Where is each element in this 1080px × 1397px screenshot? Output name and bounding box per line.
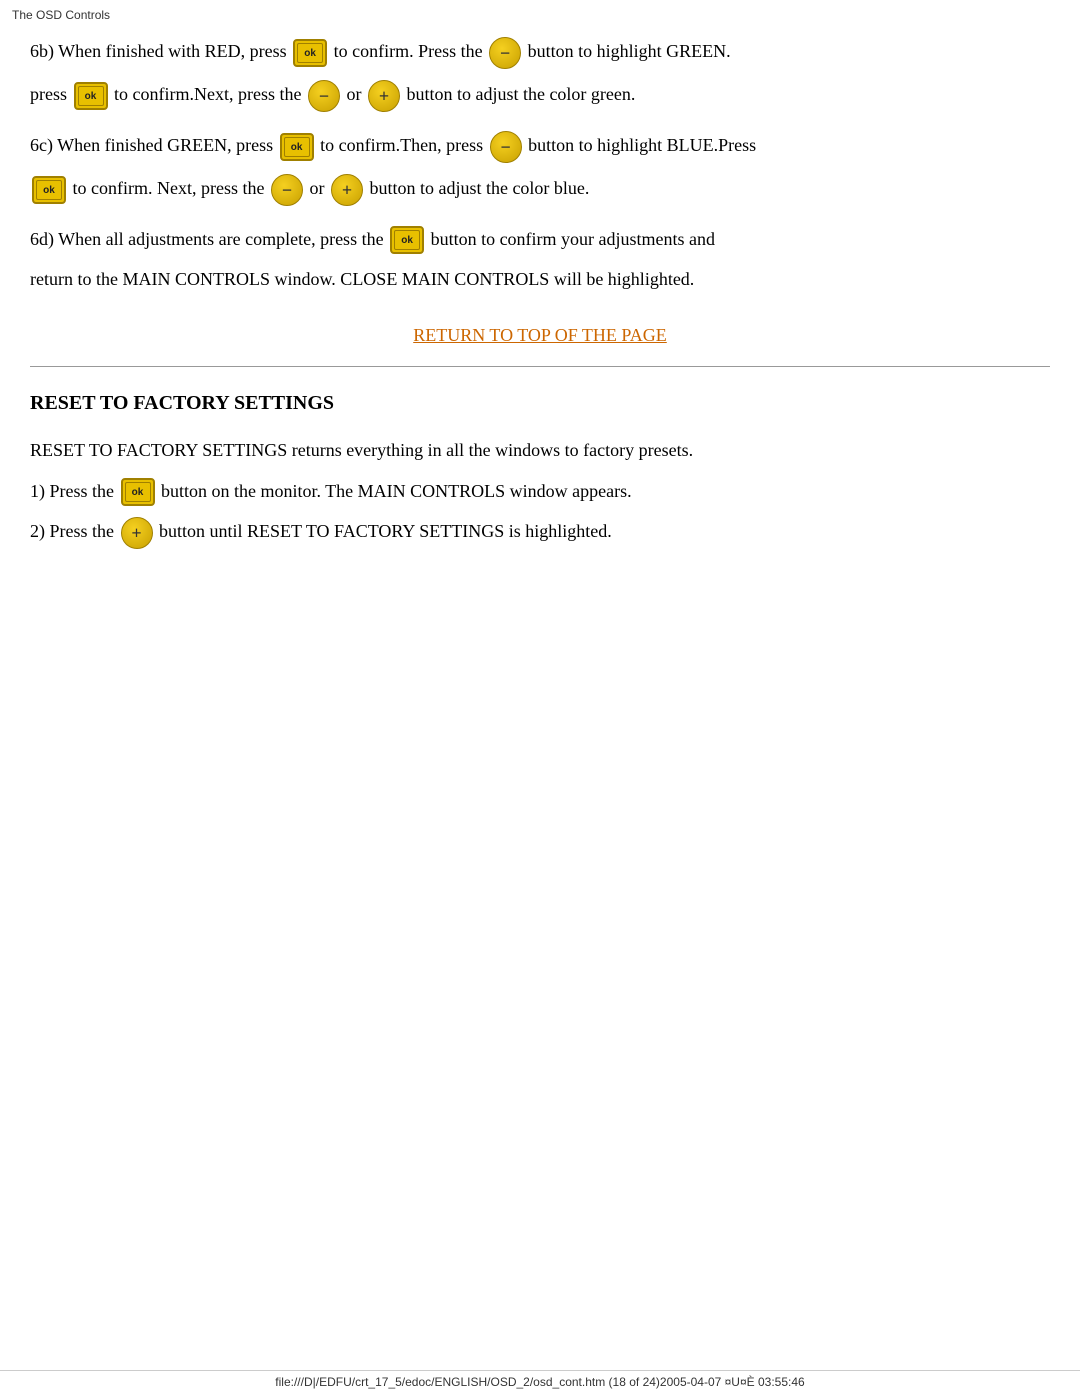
minus-button-3: − bbox=[490, 131, 522, 163]
step1-text-1: 1) Press the bbox=[30, 481, 114, 501]
section-6d: 6d) When all adjustments are complete, p… bbox=[30, 224, 1050, 295]
6d-text-3: return to the MAIN CONTROLS window. CLOS… bbox=[30, 269, 694, 289]
section-6d-para2: return to the MAIN CONTROLS window. CLOS… bbox=[30, 264, 1050, 295]
ok-button-4: ok bbox=[32, 176, 66, 204]
6c-text-1: 6c) When finished GREEN, press bbox=[30, 135, 273, 155]
section-6d-para1: 6d) When all adjustments are complete, p… bbox=[30, 224, 1050, 255]
section-6c-para1: 6c) When finished GREEN, press ok to con… bbox=[30, 130, 1050, 163]
return-link-container: RETURN TO TOP OF THE PAGE bbox=[30, 325, 1050, 346]
ok-button-2: ok bbox=[74, 82, 108, 110]
ok-button-5: ok bbox=[390, 226, 424, 254]
plus-button-1: + bbox=[368, 80, 400, 112]
ok-button-1: ok bbox=[293, 39, 327, 67]
reset-step2: 2) Press the + button until RESET TO FAC… bbox=[30, 516, 1050, 549]
6d-text-1: 6d) When all adjustments are complete, p… bbox=[30, 229, 384, 249]
footer-text: file:///D|/EDFU/crt_17_5/edoc/ENGLISH/OS… bbox=[275, 1375, 804, 1389]
footer: file:///D|/EDFU/crt_17_5/edoc/ENGLISH/OS… bbox=[0, 1370, 1080, 1389]
reset-section: RESET TO FACTORY SETTINGS RESET TO FACTO… bbox=[30, 387, 1050, 549]
return-to-top-link[interactable]: RETURN TO TOP OF THE PAGE bbox=[413, 325, 667, 345]
6b-text-6: button to adjust the color green. bbox=[406, 84, 635, 104]
6b-text-3: button to highlight GREEN. bbox=[528, 41, 731, 61]
reset-step1: 1) Press the ok button on the monitor. T… bbox=[30, 476, 1050, 507]
6b-text-5: to confirm.Next, press the bbox=[114, 84, 301, 104]
section-6c-para2: ok to confirm. Next, press the − or + bu… bbox=[30, 173, 1050, 206]
main-content: 6b) When finished with RED, press ok to … bbox=[0, 26, 1080, 607]
title-bar: The OSD Controls bbox=[0, 0, 1080, 26]
step2-text-1: 2) Press the bbox=[30, 521, 114, 541]
step1-text-2: button on the monitor. The MAIN CONTROLS… bbox=[161, 481, 632, 501]
6c-text-or: or bbox=[309, 178, 329, 198]
minus-button-1: − bbox=[489, 37, 521, 69]
6c-text-5: button to adjust the color blue. bbox=[369, 178, 589, 198]
6c-text-4: to confirm. Next, press the bbox=[73, 178, 265, 198]
title-text: The OSD Controls bbox=[12, 8, 110, 22]
6c-text-3: button to highlight BLUE.Press bbox=[528, 135, 756, 155]
plus-button-2: + bbox=[331, 174, 363, 206]
6b-text-or: or bbox=[346, 84, 361, 104]
6d-text-2: button to confirm your adjustments and bbox=[431, 229, 715, 249]
6b-text-4: press bbox=[30, 84, 67, 104]
ok-button-3: ok bbox=[280, 133, 314, 161]
reset-title: RESET TO FACTORY SETTINGS bbox=[30, 387, 1050, 419]
horizontal-rule bbox=[30, 366, 1050, 367]
6b-text-1: 6b) When finished with RED, press bbox=[30, 41, 287, 61]
6c-text-2: to confirm.Then, press bbox=[320, 135, 483, 155]
ok-button-6: ok bbox=[121, 478, 155, 506]
minus-button-2: − bbox=[308, 80, 340, 112]
section-6b: 6b) When finished with RED, press ok to … bbox=[30, 36, 1050, 112]
step2-text-2: button until RESET TO FACTORY SETTINGS i… bbox=[159, 521, 612, 541]
section-6b-para2: press ok to confirm.Next, press the − or… bbox=[30, 79, 1050, 112]
minus-button-4: − bbox=[271, 174, 303, 206]
section-6c: 6c) When finished GREEN, press ok to con… bbox=[30, 130, 1050, 206]
6b-text-2: to confirm. Press the bbox=[334, 41, 483, 61]
section-6b-para1: 6b) When finished with RED, press ok to … bbox=[30, 36, 1050, 69]
reset-intro: RESET TO FACTORY SETTINGS returns everyt… bbox=[30, 435, 1050, 466]
plus-button-3: + bbox=[121, 517, 153, 549]
